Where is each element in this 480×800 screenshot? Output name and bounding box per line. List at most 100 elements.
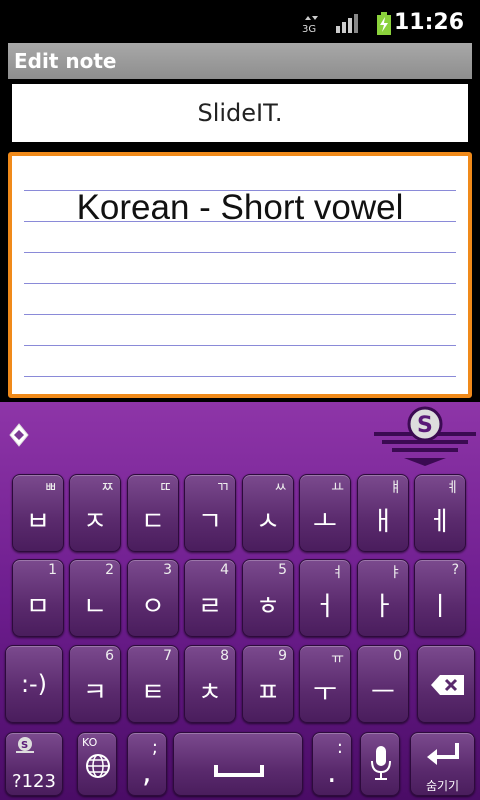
key[interactable]: 6ㅋ — [69, 645, 121, 723]
key-label: ㅋ — [83, 678, 107, 708]
key[interactable]: ㅑㅏ — [357, 559, 409, 637]
signal-icon — [335, 12, 361, 38]
smiley-key[interactable]: :-) — [5, 645, 63, 723]
key-label: ㅂ — [26, 507, 50, 537]
key-label: ㅜ — [313, 678, 337, 708]
key-label: ㅔ — [428, 507, 452, 537]
slideit-logo-icon[interactable]: S — [372, 404, 478, 472]
key[interactable]: ㄲㄱ — [184, 474, 236, 552]
key-sub-label: ? — [451, 562, 459, 578]
key-label: ㄷ — [141, 507, 165, 537]
key-sub-label: ㅆ — [274, 480, 287, 496]
key-label: ㅊ — [198, 678, 222, 708]
key-sub-label: 2 — [105, 562, 114, 578]
key-label: ㅓ — [313, 592, 337, 622]
key-label: . — [327, 755, 337, 790]
key[interactable]: 0ㅡ — [357, 645, 409, 723]
symbols-label: ?123 — [12, 771, 56, 792]
svg-text:S: S — [417, 413, 433, 438]
slideit-small-icon: S — [14, 736, 36, 758]
key[interactable]: ㅕㅓ — [299, 559, 351, 637]
microphone-key[interactable] — [360, 732, 400, 796]
key[interactable]: 3ㅇ — [127, 559, 179, 637]
key[interactable]: ㅃㅂ — [12, 474, 64, 552]
enter-key[interactable]: 숨기기 — [410, 732, 475, 796]
language-key[interactable]: KO — [77, 732, 117, 796]
key-sub-label: ㅑ — [389, 565, 402, 581]
key[interactable]: ㅆㅅ — [242, 474, 294, 552]
key-sub-label: ㅛ — [331, 480, 344, 496]
key[interactable]: ? ㅣ — [414, 559, 466, 637]
key-label: ㅈ — [83, 507, 107, 537]
keyboard: S ㅃㅂ ㅉㅈ ㄸㄷ ㄲㄱ ㅆㅅ ㅛㅗ ㅒㅐ ㅖㅔ 1ㅁ 2ㄴ 3ㅇ 4ㄹ 5ㅎ… — [0, 402, 480, 800]
key-label: ㅌ — [141, 678, 165, 708]
period-key[interactable]: : . — [312, 732, 352, 796]
key-label: ㅏ — [371, 592, 395, 622]
backspace-icon — [430, 674, 466, 700]
note-text: Korean - Short vowel — [76, 188, 404, 227]
page-title: Edit note — [8, 43, 472, 79]
key-label: ㅎ — [256, 592, 280, 622]
key-label: ㅗ — [313, 507, 337, 537]
enter-label: 숨기기 — [425, 779, 460, 793]
language-label: KO — [82, 736, 98, 749]
key[interactable]: ㅠㅜ — [299, 645, 351, 723]
key[interactable]: ㅉㅈ — [69, 474, 121, 552]
key[interactable]: 8ㅊ — [184, 645, 236, 723]
key-label: ㄱ — [198, 507, 222, 537]
microphone-icon — [369, 745, 393, 787]
key-sub-label: ㅃ — [44, 480, 57, 496]
key[interactable]: 4ㄹ — [184, 559, 236, 637]
key-sub-label: 6 — [105, 648, 114, 664]
key-sub-label: ㅖ — [446, 480, 459, 496]
key-sub-label: 3 — [163, 562, 172, 578]
key[interactable]: ㅛㅗ — [299, 474, 351, 552]
key[interactable]: 2ㄴ — [69, 559, 121, 637]
smiley-label: :-) — [20, 670, 48, 698]
key-sub-label: ㄲ — [216, 480, 229, 496]
symbols-key[interactable]: S ?123 — [5, 732, 63, 796]
key-sub-label: ㅕ — [331, 565, 344, 581]
key-label: ㄹ — [198, 592, 222, 622]
key[interactable]: 1ㅁ — [12, 559, 64, 637]
key-sub-label: 1 — [48, 562, 57, 578]
rule-line — [24, 252, 456, 253]
key[interactable]: ㅒㅐ — [357, 474, 409, 552]
key-label: ㅁ — [26, 592, 50, 622]
key-sub-label: ㅉ — [101, 480, 114, 496]
key-sub-label: ㄸ — [159, 480, 172, 496]
key-label: ㅐ — [371, 507, 395, 537]
key-sub-label: ㅒ — [389, 480, 402, 496]
key[interactable]: ㄸㄷ — [127, 474, 179, 552]
note-body-field[interactable]: Korean - Short vowel — [8, 152, 472, 398]
status-bar: 3G 11:26 — [0, 0, 480, 42]
key-sub-label: 0 — [393, 648, 402, 664]
space-icon — [214, 763, 264, 783]
key-sub-label: 5 — [278, 562, 287, 578]
key[interactable]: 5ㅎ — [242, 559, 294, 637]
rule-line — [24, 314, 456, 315]
key[interactable]: 9ㅍ — [242, 645, 294, 723]
clock: 11:26 — [393, 10, 464, 35]
key[interactable]: ㅖㅔ — [414, 474, 466, 552]
globe-icon — [85, 753, 111, 783]
key-label: ㄴ — [83, 592, 107, 622]
rule-line — [24, 376, 456, 377]
comma-key[interactable]: ; , — [127, 732, 167, 796]
keyboard-top-bar: S — [0, 402, 480, 470]
key-sub-label: 9 — [278, 648, 287, 664]
space-key[interactable] — [173, 732, 303, 796]
svg-text:3G: 3G — [302, 24, 316, 35]
enter-icon — [425, 741, 461, 775]
data-transfer-icon: 3G — [300, 14, 322, 40]
key-label: ㅡ — [371, 678, 395, 708]
key-sub-label: : — [336, 737, 343, 758]
diamond-icon[interactable] — [8, 422, 30, 452]
key-label: ㅇ — [141, 592, 165, 622]
note-title-field[interactable]: SlideIT. — [12, 84, 468, 142]
key[interactable]: 7ㅌ — [127, 645, 179, 723]
key-label: ㅣ — [428, 592, 452, 622]
key-sub-label: ㅠ — [331, 651, 344, 667]
rule-line — [24, 345, 456, 346]
backspace-key[interactable] — [417, 645, 475, 723]
